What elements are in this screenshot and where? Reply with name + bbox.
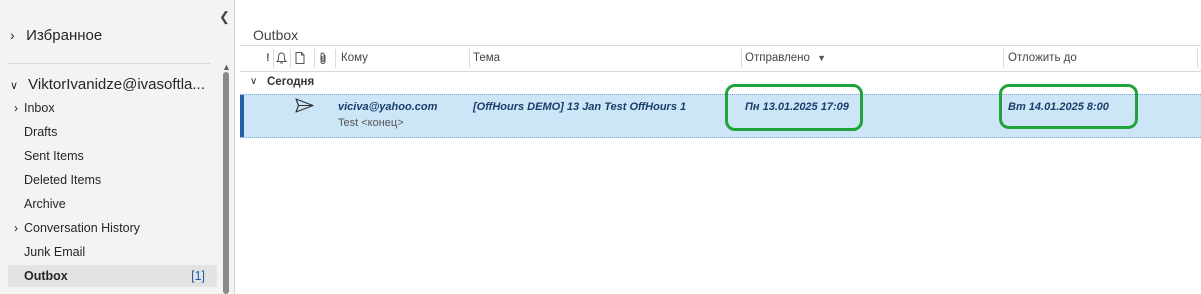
column-divider[interactable] — [290, 49, 291, 68]
message-to: viciva@yahoo.com — [338, 101, 438, 113]
highlight-sent-date — [725, 84, 863, 131]
folder-label: Outbox — [24, 269, 68, 283]
scroll-up-icon[interactable]: ▲ — [222, 62, 231, 72]
folder-deleted-items[interactable]: Deleted Items — [8, 169, 217, 191]
message-subject: [OffHours DEMO] 13 Jan Test OffHours 1 — [473, 101, 687, 113]
sort-descending-icon: ▼ — [817, 53, 827, 63]
attachment-column-paperclip-icon[interactable] — [319, 46, 328, 71]
column-header: ! Кому Тема Отправлено ▼ Отложить до — [240, 45, 1201, 72]
folder-archive[interactable]: Archive — [8, 193, 217, 215]
group-label: Сегодня — [267, 76, 315, 88]
chevron-right-icon[interactable]: › — [14, 97, 18, 119]
folder-label: Archive — [24, 197, 66, 211]
column-divider[interactable] — [469, 49, 470, 68]
column-sent[interactable]: Отправлено ▼ — [745, 46, 826, 71]
item-type-column-document-icon[interactable] — [295, 46, 305, 71]
column-divider[interactable] — [1197, 49, 1198, 68]
column-divider[interactable] — [1003, 49, 1004, 68]
folder-sent-items[interactable]: Sent Items — [8, 145, 217, 167]
column-defer-until[interactable]: Отложить до — [1008, 46, 1077, 71]
account-header[interactable]: ∨ ViktorIvanidze@ivasoftla... — [10, 76, 206, 93]
folder-label: Junk Email — [24, 245, 86, 259]
column-divider[interactable] — [335, 49, 336, 68]
folder-drafts[interactable]: Drafts — [8, 121, 217, 143]
account-name: ViktorIvanidze@ivasoftla... — [28, 76, 205, 93]
unread-count: [1] — [191, 269, 205, 283]
column-divider[interactable] — [741, 49, 742, 68]
chevron-right-icon[interactable]: › — [14, 217, 18, 239]
folder-conversation-history[interactable]: › Conversation History — [8, 217, 217, 239]
folder-inbox[interactable]: › Inbox — [8, 97, 217, 119]
collapse-pane-chevron-left-icon[interactable]: ❮ — [219, 9, 230, 25]
folder-junk-email[interactable]: Junk Email — [8, 241, 217, 263]
chevron-down-icon[interactable]: ∨ — [250, 71, 257, 93]
importance-column-icon[interactable]: ! — [266, 46, 270, 71]
scrollbar-thumb[interactable] — [223, 72, 229, 294]
folder-label: Inbox — [24, 101, 55, 115]
column-sent-label: Отправлено — [745, 52, 810, 64]
chevron-right-icon: › — [10, 27, 15, 43]
folder-title: Outbox — [253, 27, 299, 43]
column-subject[interactable]: Тема — [473, 46, 500, 71]
folder-label: Sent Items — [24, 149, 84, 163]
divider — [8, 63, 210, 64]
send-icon — [295, 98, 314, 113]
column-divider[interactable] — [273, 49, 274, 68]
column-to[interactable]: Кому — [341, 46, 368, 71]
highlight-defer-until — [999, 84, 1138, 129]
navigation-pane: ❮ › Избранное ∨ ViktorIvanidze@ivasoftla… — [0, 0, 235, 294]
nav-scrollbar[interactable]: ▲ — [221, 62, 231, 294]
favorites-label: Избранное — [26, 27, 103, 44]
message-preview: Test <конец> — [338, 117, 404, 129]
folder-label: Drafts — [24, 125, 58, 139]
folder-label: Deleted Items — [24, 173, 102, 187]
reminder-column-bell-icon[interactable] — [276, 46, 287, 71]
folder-label: Conversation History — [24, 221, 141, 235]
message-list-pane: Outbox ! Кому Тема Отправлено ▼ Отложить… — [240, 0, 1201, 294]
selection-indicator — [240, 95, 244, 137]
folder-outbox[interactable]: Outbox [1] — [8, 265, 217, 287]
column-divider[interactable] — [314, 49, 315, 68]
chevron-down-icon: ∨ — [10, 80, 19, 92]
favorites-section[interactable]: › Избранное — [10, 27, 102, 44]
